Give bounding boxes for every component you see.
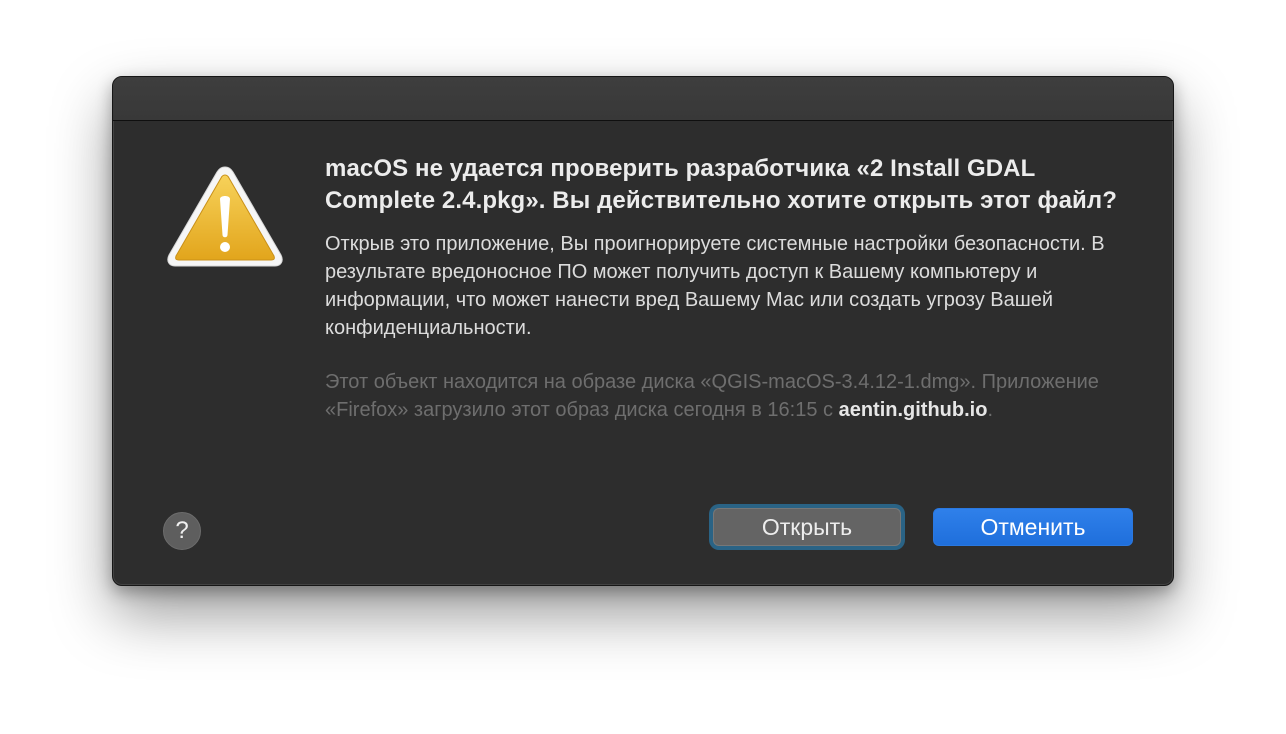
- cancel-button[interactable]: Отменить: [933, 508, 1133, 546]
- help-button[interactable]: ?: [163, 512, 201, 550]
- open-button[interactable]: Открыть: [713, 508, 901, 546]
- download-source-domain: aentin.github.io: [838, 399, 988, 421]
- download-source-info: Этот объект находится на образе диска «Q…: [325, 368, 1115, 424]
- security-alert-dialog: macOS не удается проверить разработчика …: [112, 76, 1174, 586]
- dialog-title: macOS не удается проверить разработчика …: [325, 155, 1117, 214]
- screen: macOS не удается проверить разработчика …: [0, 0, 1286, 734]
- dialog-message: Открыв это приложение, Вы проигнорируете…: [325, 233, 1105, 339]
- warning-icon: [167, 166, 283, 267]
- download-source-period: .: [987, 399, 994, 421]
- dialog-titlebar: [113, 77, 1173, 121]
- dialog-content: macOS не удается проверить разработчика …: [325, 153, 1135, 424]
